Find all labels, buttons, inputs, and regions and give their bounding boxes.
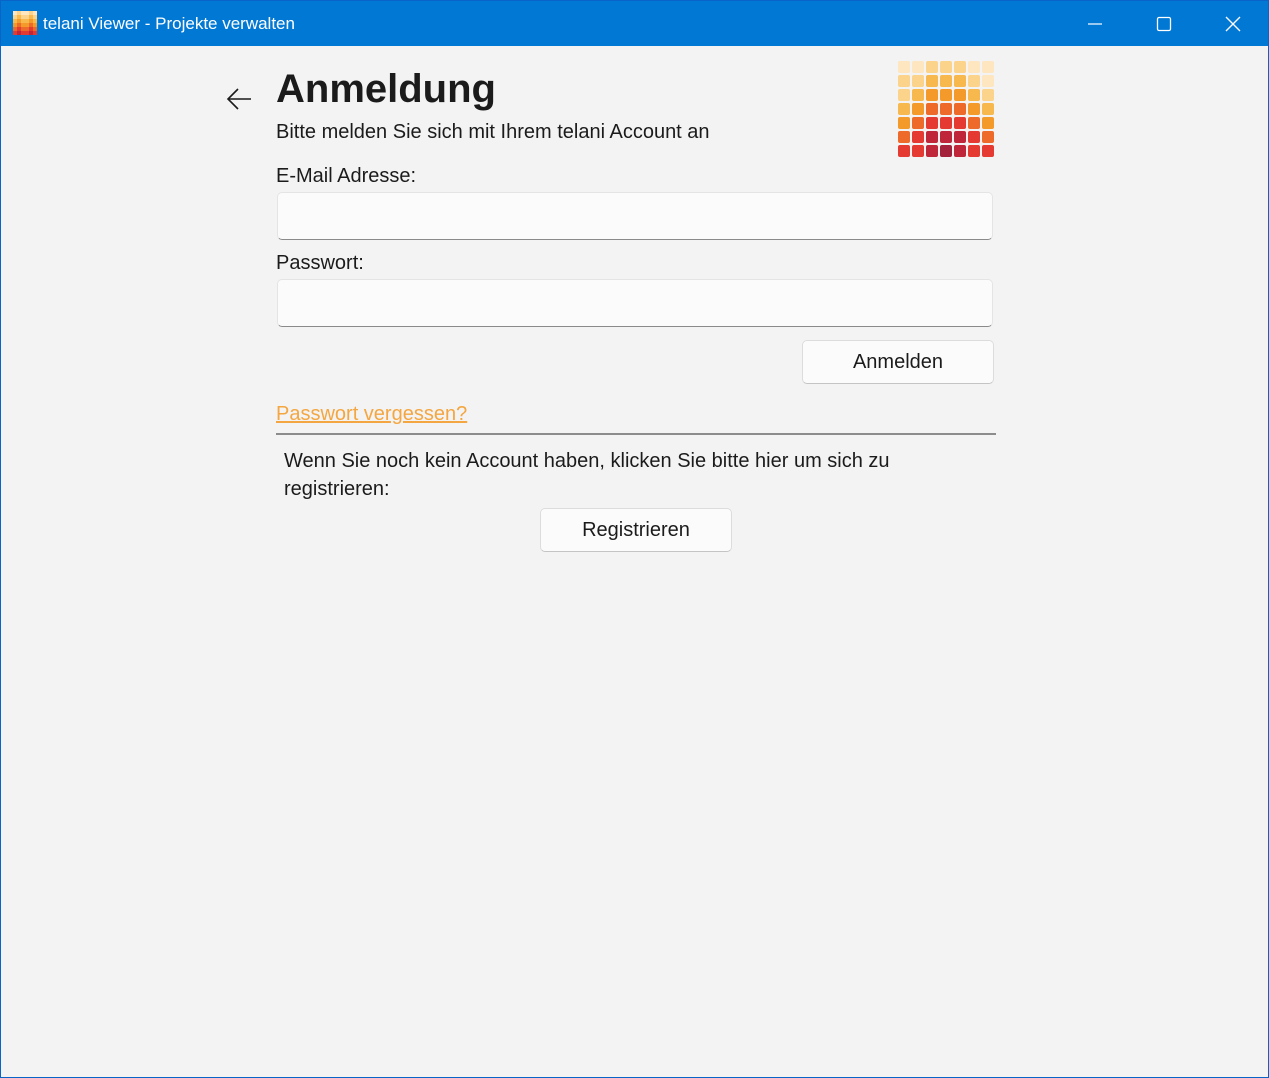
logo-tile [954,75,966,87]
logo-tile [982,117,994,129]
logo-tile [940,89,952,101]
email-field[interactable] [277,192,993,240]
logo-tile [982,75,994,87]
logo-tile [940,61,952,73]
logo-tile [954,103,966,115]
logo-tile [898,131,910,143]
logo-tile [898,89,910,101]
logo-tile [982,131,994,143]
logo-tile [926,75,938,87]
back-arrow-icon [226,88,251,110]
logo-tile [940,117,952,129]
password-label: Passwort: [276,252,364,274]
app-window: telani Viewer - Projekte verwalten Anmel… [0,0,1269,1078]
register-info-text: Wenn Sie noch kein Account haben, klicke… [284,450,890,500]
email-label: E-Mail Adresse: [276,165,417,187]
logo-tile [968,75,980,87]
logo-tile [968,103,980,115]
logo-tile [968,61,980,73]
logo-tile [912,61,924,73]
forgot-password-link[interactable]: Passwort vergessen? [276,403,467,426]
logo-tile [912,145,924,157]
minimize-icon [1088,22,1102,25]
logo-tile [940,103,952,115]
logo-tile [940,75,952,87]
minimize-button[interactable] [1060,1,1130,46]
close-icon [1225,16,1241,31]
logo-tile [898,103,910,115]
logo-tile [940,145,952,157]
app-icon-tile [33,31,37,35]
maximize-button[interactable] [1129,1,1199,46]
back-button[interactable] [221,81,257,117]
window-title: telani Viewer - Projekte verwalten [43,14,295,33]
logo-tile [926,103,938,115]
logo-tile [982,61,994,73]
logo-tile [954,117,966,129]
logo-tile [968,117,980,129]
login-button[interactable]: Anmelden [802,340,994,384]
logo-tile [926,117,938,129]
title-bar[interactable]: telani Viewer - Projekte verwalten [1,1,1268,46]
logo-tile [926,61,938,73]
logo-tile [898,145,910,157]
password-field[interactable] [277,279,993,327]
divider [276,433,996,435]
logo-tile [982,89,994,101]
telani-app-icon [13,11,37,35]
page-title: Anmeldung [276,67,496,111]
logo-tile [912,131,924,143]
logo-tile [968,89,980,101]
logo-tile [912,75,924,87]
logo-tile [940,131,952,143]
logo-tile [954,89,966,101]
logo-tile [954,131,966,143]
logo-tile [982,145,994,157]
logo-tile [954,61,966,73]
close-button[interactable] [1198,1,1268,46]
logo-tile [926,131,938,143]
logo-tile [968,131,980,143]
logo-tile [926,89,938,101]
logo-tile [898,61,910,73]
logo-tile [954,145,966,157]
telani-logo [898,61,994,157]
logo-tile [912,117,924,129]
logo-tile [912,89,924,101]
logo-tile [898,75,910,87]
register-button[interactable]: Registrieren [540,508,732,552]
logo-tile [968,145,980,157]
logo-tile [926,145,938,157]
logo-tile [898,117,910,129]
logo-tile [982,103,994,115]
logo-tile [912,103,924,115]
page-subtitle: Bitte melden Sie sich mit Ihrem telani A… [276,121,710,143]
maximize-icon [1156,16,1172,31]
